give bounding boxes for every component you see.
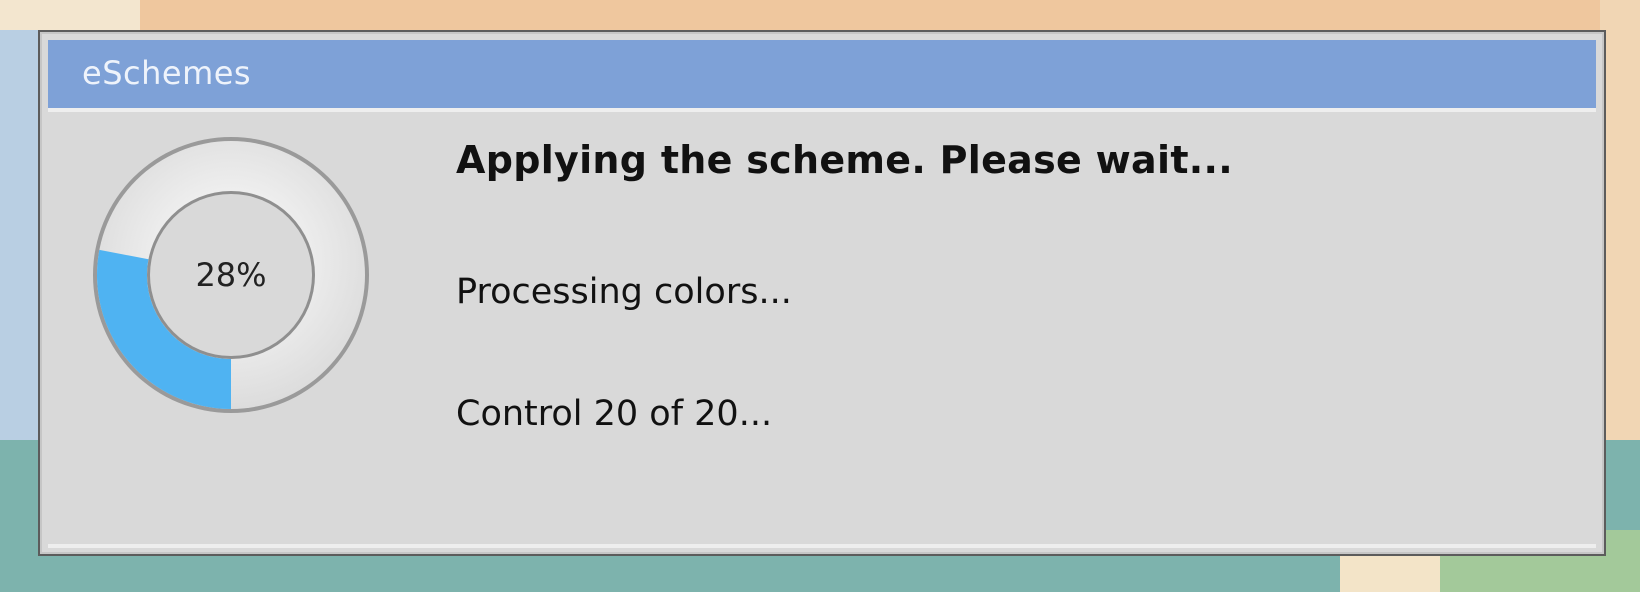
dialog-bottom-edge bbox=[48, 544, 1596, 548]
progress-percent: 28% bbox=[195, 256, 267, 294]
circular-progress: 28% bbox=[86, 130, 376, 420]
desktop-background: eSchemes 28% Applying the scheme. Please… bbox=[0, 0, 1640, 592]
title-bar[interactable]: eSchemes bbox=[48, 40, 1596, 108]
background-tile bbox=[1600, 0, 1640, 440]
progress-heading: Applying the scheme. Please wait... bbox=[456, 138, 1233, 182]
progress-status: Processing colors... bbox=[456, 272, 792, 312]
window-title: eSchemes bbox=[82, 54, 252, 92]
background-tile bbox=[0, 0, 140, 30]
progress-detail: Control 20 of 20... bbox=[456, 394, 773, 434]
